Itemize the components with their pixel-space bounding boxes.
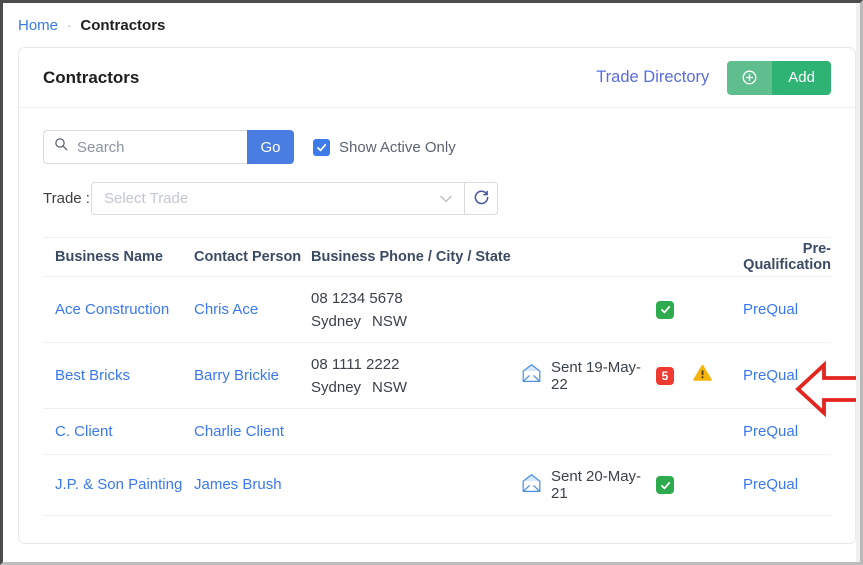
contact-person-link[interactable]: Charlie Client (194, 423, 284, 440)
business-phone: 08 1234 5678 (311, 287, 521, 310)
trade-label: Trade : (43, 190, 91, 207)
open-envelope-icon[interactable] (521, 473, 542, 498)
contact-person-link[interactable]: James Brush (194, 476, 282, 493)
green-check-icon (656, 301, 674, 319)
breadcrumb-home-link[interactable]: Home (18, 17, 58, 34)
red-annotation-arrow (795, 360, 860, 418)
filter-row: Go Show Active Only (43, 130, 831, 164)
add-button-label[interactable]: Add (772, 61, 831, 95)
trade-filter-row: Trade : Select Trade (43, 182, 831, 215)
trade-select-placeholder: Select Trade (104, 190, 188, 207)
sent-date-label: Sent 20-May-21 (551, 468, 656, 502)
search-group: Go (43, 130, 294, 164)
table-row: J.P. & Son Painting James Brush Sent 20-… (43, 455, 831, 516)
table-row: C. Client Charlie Client PreQual (43, 409, 831, 455)
table-header-row: Business Name Contact Person Business Ph… (43, 237, 831, 277)
sent-date-label: Sent 19-May-22 (551, 359, 656, 393)
alert-count-badge: 5 (656, 367, 674, 385)
breadcrumb-current: Contractors (80, 17, 165, 34)
trade-directory-link[interactable]: Trade Directory (596, 68, 709, 87)
business-name-link[interactable]: Ace Construction (55, 301, 169, 318)
show-active-only-toggle[interactable]: Show Active Only (313, 139, 456, 156)
city-state: SydneyNSW (311, 376, 521, 399)
search-icon (54, 137, 69, 157)
add-button[interactable]: Add (727, 61, 831, 95)
column-header-business-name: Business Name (55, 249, 194, 265)
refresh-button[interactable] (464, 183, 497, 214)
business-name-link[interactable]: J.P. & Son Painting (55, 476, 182, 493)
card-body: Go Show Active Only Trade : Select Trade (19, 108, 855, 516)
prequal-link[interactable]: PreQual (743, 476, 798, 493)
breadcrumb-separator: · (67, 18, 71, 33)
city-state: SydneyNSW (311, 310, 521, 333)
warning-triangle-icon (693, 364, 712, 387)
chevron-down-icon (440, 190, 452, 208)
refresh-icon (473, 189, 490, 209)
card-header: Contractors Trade Directory Add (19, 48, 855, 108)
app-window: Home · Contractors Contractors Trade Dir… (0, 0, 863, 565)
prequal-link[interactable]: PreQual (743, 423, 798, 440)
search-input[interactable] (77, 139, 237, 156)
table-row: Best Bricks Barry Brickie 08 1111 2222 S… (43, 343, 831, 409)
trade-select[interactable]: Select Trade (92, 183, 464, 214)
column-header-phone-city-state: Business Phone / City / State (311, 249, 521, 265)
column-header-pre-qualification: Pre-Qualification (727, 241, 831, 273)
table-row: Ace Construction Chris Ace 08 1234 5678 … (43, 277, 831, 343)
open-envelope-icon[interactable] (521, 363, 542, 388)
plus-circle-icon[interactable] (727, 61, 772, 95)
contractors-card: Contractors Trade Directory Add (18, 47, 856, 544)
header-actions: Trade Directory Add (596, 61, 831, 95)
contractors-page: Home · Contractors Contractors Trade Dir… (3, 3, 860, 562)
go-button[interactable]: Go (247, 130, 294, 164)
business-name-link[interactable]: Best Bricks (55, 367, 130, 384)
trade-select-group: Select Trade (91, 182, 498, 215)
business-name-link[interactable]: C. Client (55, 423, 113, 440)
contact-person-link[interactable]: Barry Brickie (194, 367, 279, 384)
page-title: Contractors (43, 68, 139, 88)
contractors-table: Business Name Contact Person Business Ph… (43, 237, 831, 516)
business-phone: 08 1111 2222 (311, 353, 521, 376)
green-check-icon (656, 476, 674, 494)
search-box (43, 130, 247, 164)
checkbox-checked-icon[interactable] (313, 139, 330, 156)
column-header-contact-person: Contact Person (194, 249, 311, 265)
contact-person-link[interactable]: Chris Ace (194, 301, 258, 318)
scrollbar-track[interactable] (856, 3, 860, 562)
prequal-link[interactable]: PreQual (743, 367, 798, 384)
show-active-only-label: Show Active Only (339, 139, 456, 156)
prequal-link[interactable]: PreQual (743, 301, 798, 318)
breadcrumb: Home · Contractors (3, 3, 860, 34)
